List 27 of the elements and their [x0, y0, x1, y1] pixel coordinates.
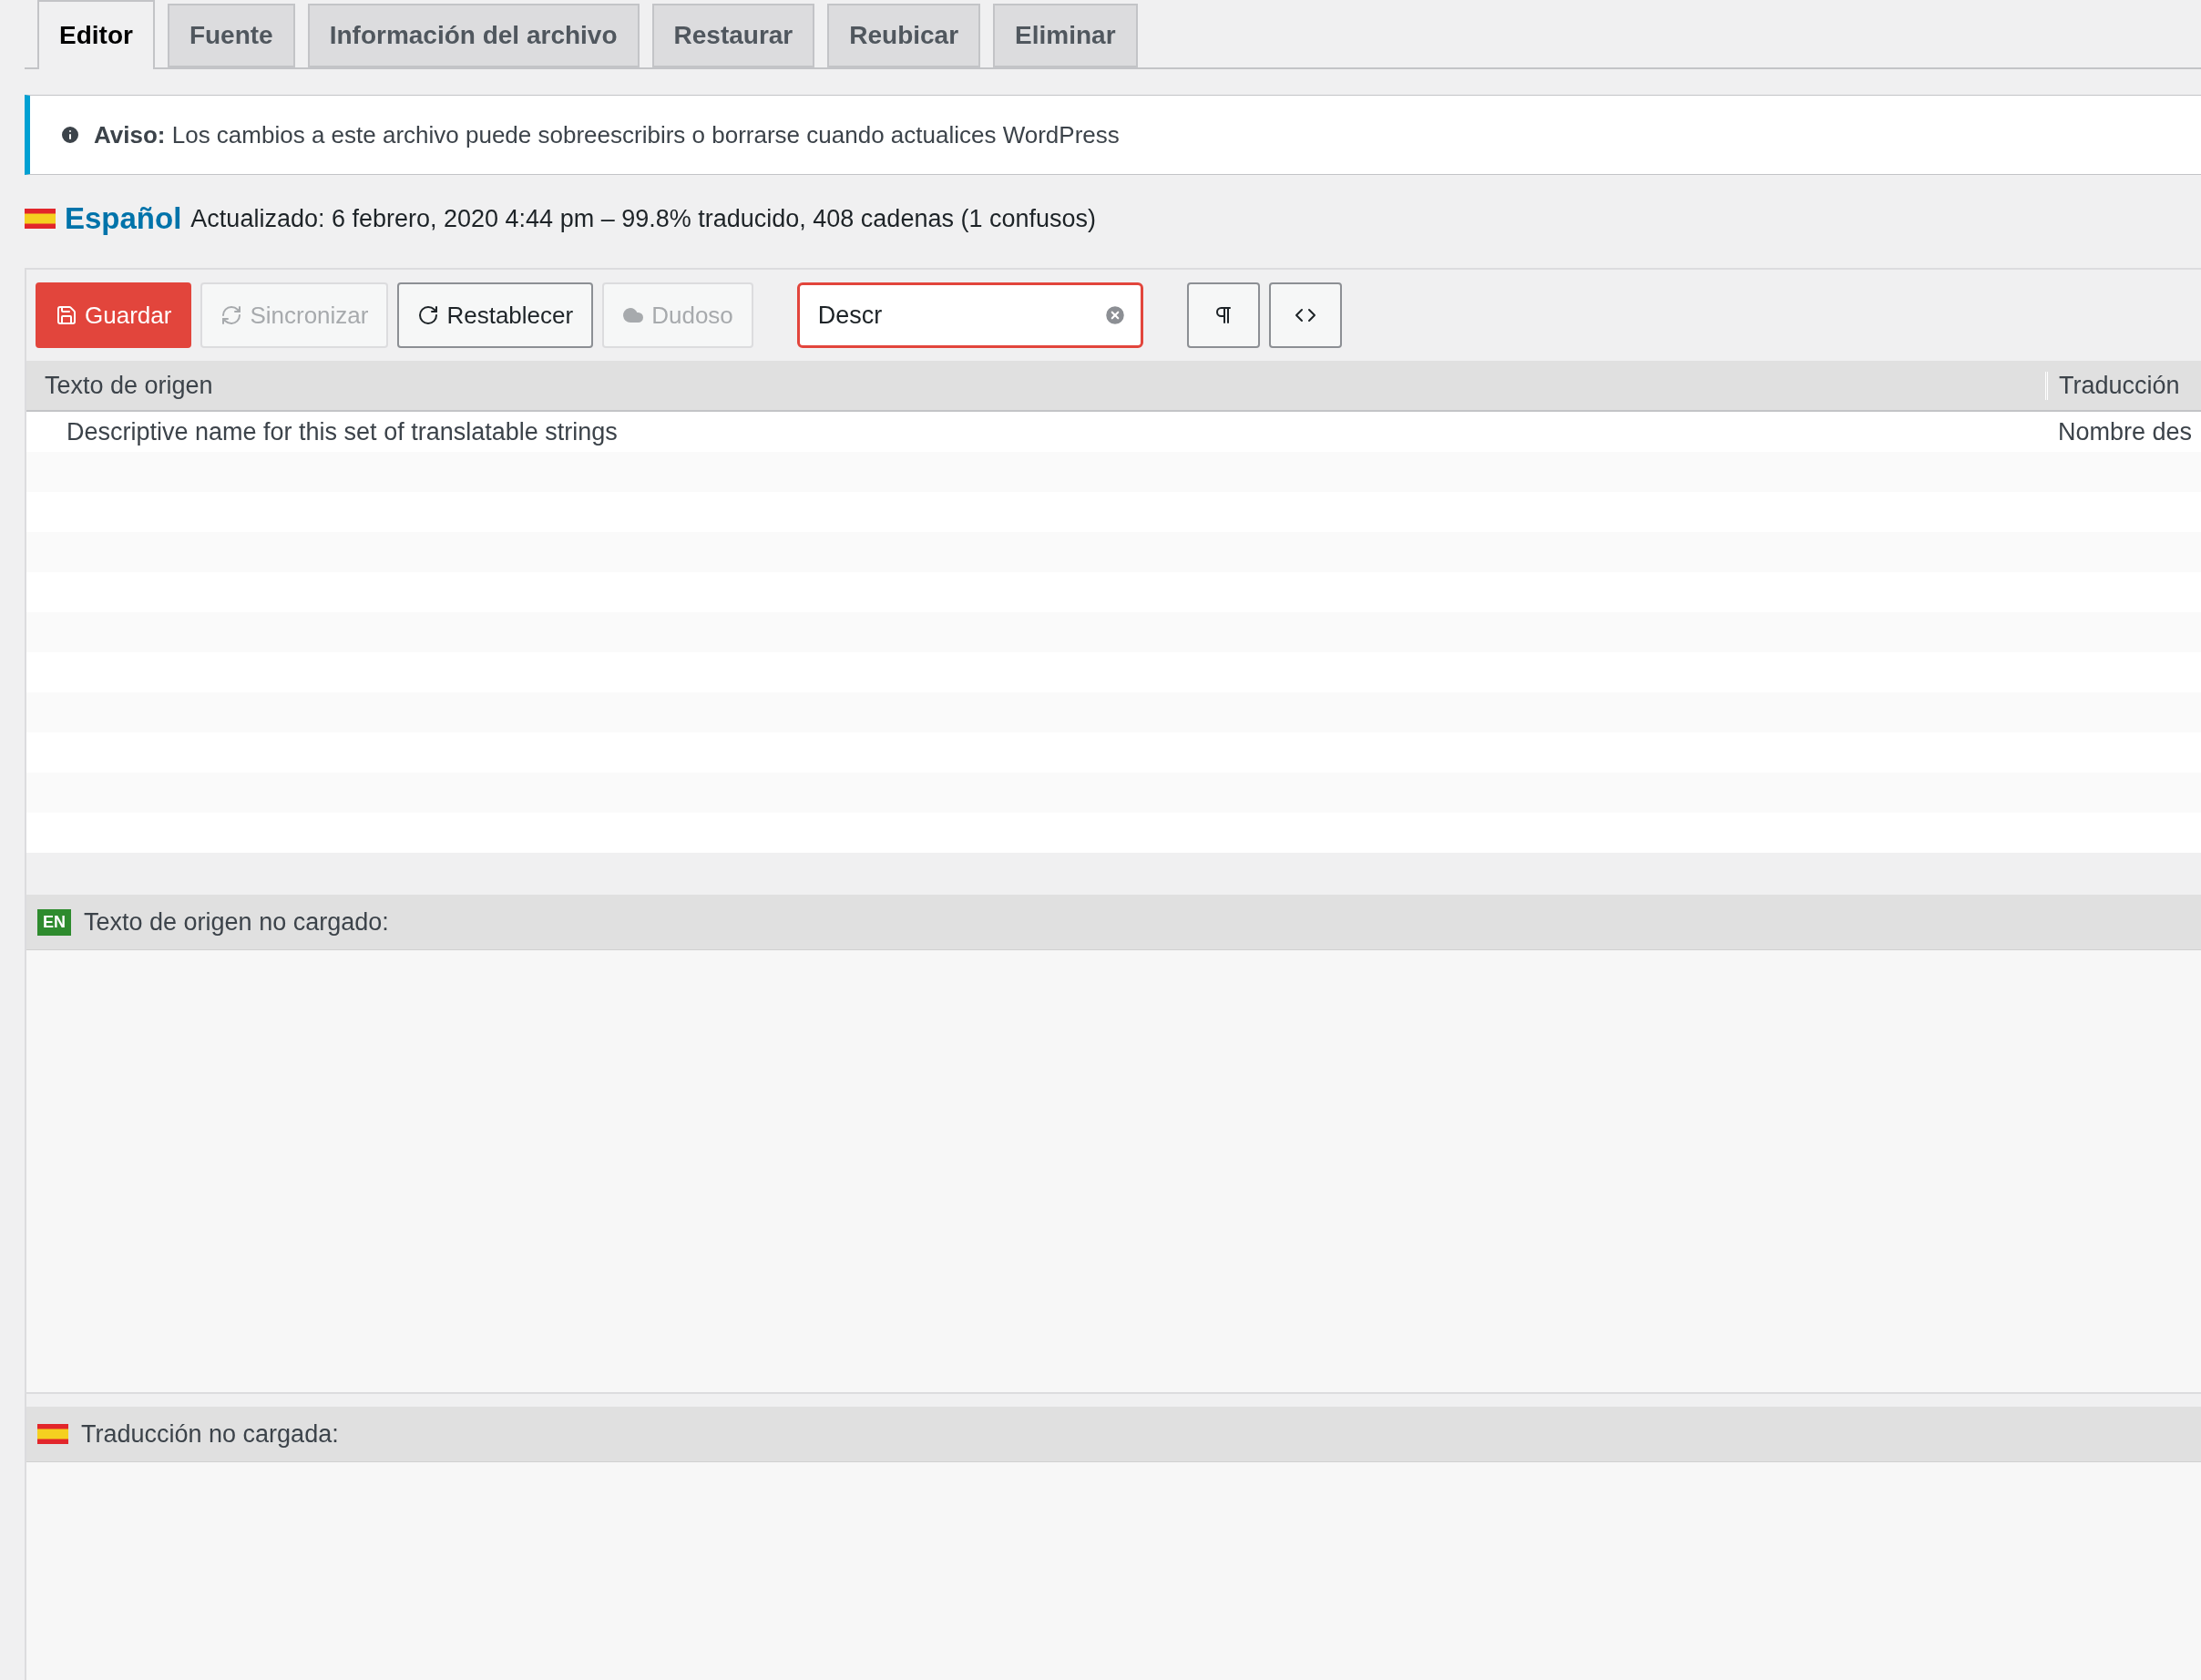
- language-badge: EN: [37, 908, 71, 936]
- invisibles-button[interactable]: [1186, 282, 1260, 348]
- notice-text: Aviso: Los cambios a este archivo puede sobreescribirs o borrarse cuando actualices WordPress: [94, 120, 1120, 149]
- language-link[interactable]: Español: [65, 201, 182, 236]
- spain-flag-icon: [37, 1424, 68, 1444]
- panel-title: Traducción no cargada:: [81, 1419, 339, 1449]
- column-header[interactable]: Texto de origen: [26, 371, 2045, 400]
- tab[interactable]: Editor: [37, 0, 155, 69]
- sync-icon: [220, 304, 243, 326]
- table-row[interactable]: Descriptive name for this set of translatable strings Nombre des: [26, 412, 2201, 452]
- save-button[interactable]: Guardar: [36, 282, 192, 348]
- translation-cell-text: Nombre des: [2057, 417, 2194, 446]
- info-icon: [59, 124, 81, 146]
- language-status: Actualizado: 6 febrero, 2020 4:44 pm – 99.8% traducido, 408 cadenas (1 confusos): [190, 204, 1096, 233]
- panel-title: Texto de origen no cargado:: [84, 907, 389, 937]
- spain-flag-icon: [25, 209, 56, 229]
- tab[interactable]: Eliminar: [993, 4, 1138, 67]
- search-field[interactable]: Descr: [796, 282, 1143, 348]
- tab[interactable]: Reubicar: [827, 4, 981, 67]
- revert-button[interactable]: Restablecer: [397, 282, 594, 348]
- column-header[interactable]: Traducción: [2045, 371, 2201, 400]
- code-view-button[interactable]: [1268, 282, 1342, 348]
- source-cell-text: Descriptive name for this set of translatable strings: [66, 417, 619, 446]
- tab[interactable]: Fuente: [167, 4, 295, 67]
- tab[interactable]: Restaurar: [651, 4, 815, 67]
- tab[interactable]: Información del archivo: [307, 4, 640, 67]
- reload-icon: [417, 304, 440, 326]
